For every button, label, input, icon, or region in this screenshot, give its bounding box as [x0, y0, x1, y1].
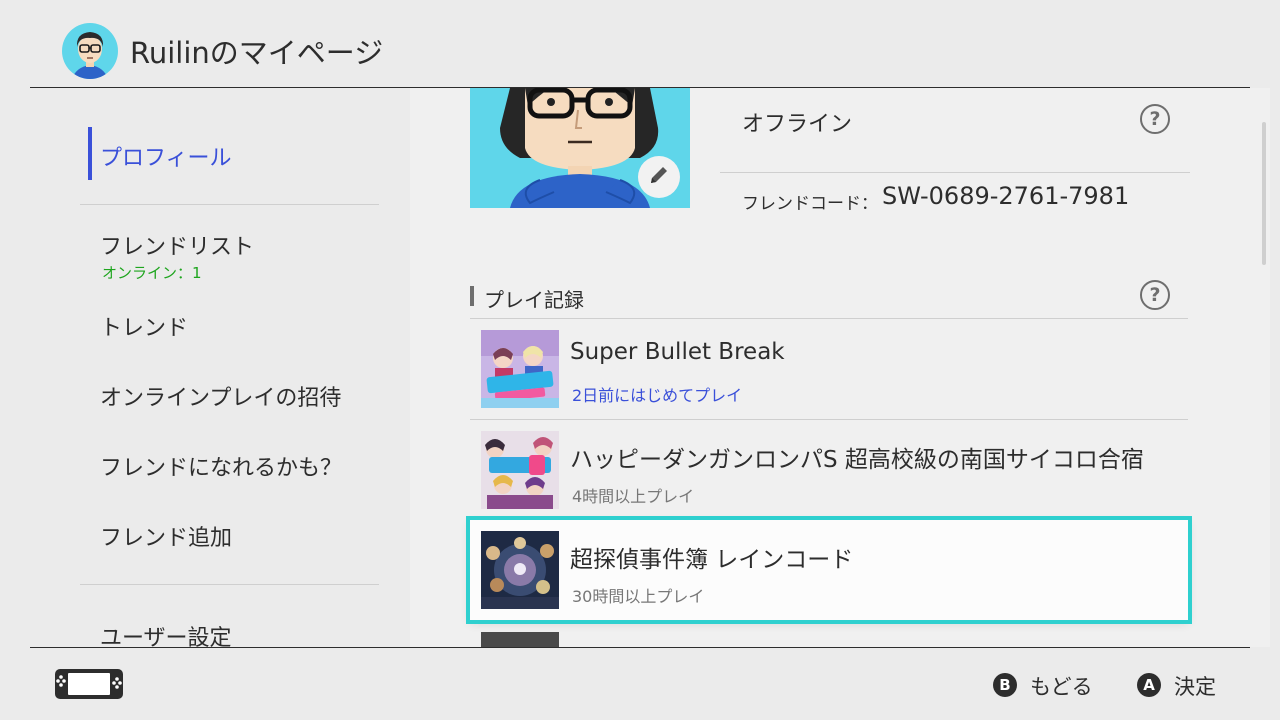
- game-play-info: 2日前にはじめてプレイ: [572, 386, 743, 405]
- section-marker: [470, 286, 474, 306]
- mii-portrait: [470, 88, 690, 208]
- help-icon[interactable]: ?: [1140, 280, 1170, 310]
- help-icon[interactable]: ?: [1140, 104, 1170, 134]
- pencil-icon: [647, 163, 671, 191]
- game-row[interactable]: ハッピーダンガンロンパS 超高校級の南国サイコロ合宿 4時間以上プレイ: [470, 420, 1188, 520]
- game-thumbnail: [481, 431, 559, 509]
- sidebar-item-add-friend[interactable]: フレンド追加: [100, 520, 232, 552]
- profile-divider: [720, 172, 1190, 173]
- active-indicator: [88, 127, 92, 180]
- game-play-info: 4時間以上プレイ: [572, 487, 695, 506]
- confirm-button[interactable]: 決定: [1174, 671, 1216, 701]
- sidebar-item-trend[interactable]: トレンド: [100, 310, 188, 342]
- sidebar-item-user-settings[interactable]: ユーザー設定: [100, 620, 232, 647]
- game-row-selected[interactable]: 超探偵事件簿 レインコード 30時間以上プレイ: [470, 520, 1188, 620]
- back-button[interactable]: もどる: [1030, 671, 1093, 701]
- footer-divider: [30, 647, 1250, 648]
- sidebar-item-suggested-friends[interactable]: フレンドになれるかも？: [100, 450, 342, 482]
- game-thumbnail: [481, 330, 559, 408]
- sidebar: プロフィール フレンドリスト オンライン：1 トレンド オンラインプレイの招待 …: [0, 88, 410, 647]
- sidebar-divider: [80, 204, 379, 205]
- scrollbar[interactable]: [1262, 122, 1266, 265]
- sidebar-item-profile[interactable]: プロフィール: [100, 140, 232, 172]
- sidebar-item-online-invites[interactable]: オンラインプレイの招待: [100, 380, 341, 412]
- online-count: オンライン：1: [102, 264, 202, 282]
- friend-code: SW-0689-2761-7981: [882, 182, 1130, 210]
- game-thumbnail: [481, 632, 559, 647]
- edit-profile-button[interactable]: [638, 156, 680, 198]
- a-button-icon: A: [1137, 673, 1161, 697]
- game-row[interactable]: Super Bullet Break 2日前にはじめてプレイ: [470, 319, 1188, 419]
- friend-code-label: フレンドコード：: [742, 194, 878, 214]
- game-title: 超探偵事件簿 レインコード: [570, 547, 854, 573]
- sidebar-divider: [80, 584, 379, 585]
- game-thumbnail: [481, 531, 559, 609]
- page-header: Ruilinのマイページ: [0, 0, 1280, 88]
- play-history-title: プレイ記録: [484, 288, 584, 312]
- game-play-info: 30時間以上プレイ: [572, 587, 705, 606]
- console-icon: [54, 668, 124, 704]
- main-content: オフライン ? フレンドコード： SW-0689-2761-7981 プレイ記録…: [410, 88, 1270, 647]
- user-avatar: [62, 23, 118, 79]
- page-title: Ruilinのマイページ: [130, 36, 384, 70]
- b-button-icon: B: [993, 673, 1017, 697]
- game-title: ハッピーダンガンロンパS 超高校級の南国サイコロ合宿: [570, 447, 1144, 473]
- sidebar-item-friend-list[interactable]: フレンドリスト: [100, 229, 254, 261]
- online-status: オフライン: [742, 112, 853, 137]
- game-title: Super Bullet Break: [570, 339, 785, 365]
